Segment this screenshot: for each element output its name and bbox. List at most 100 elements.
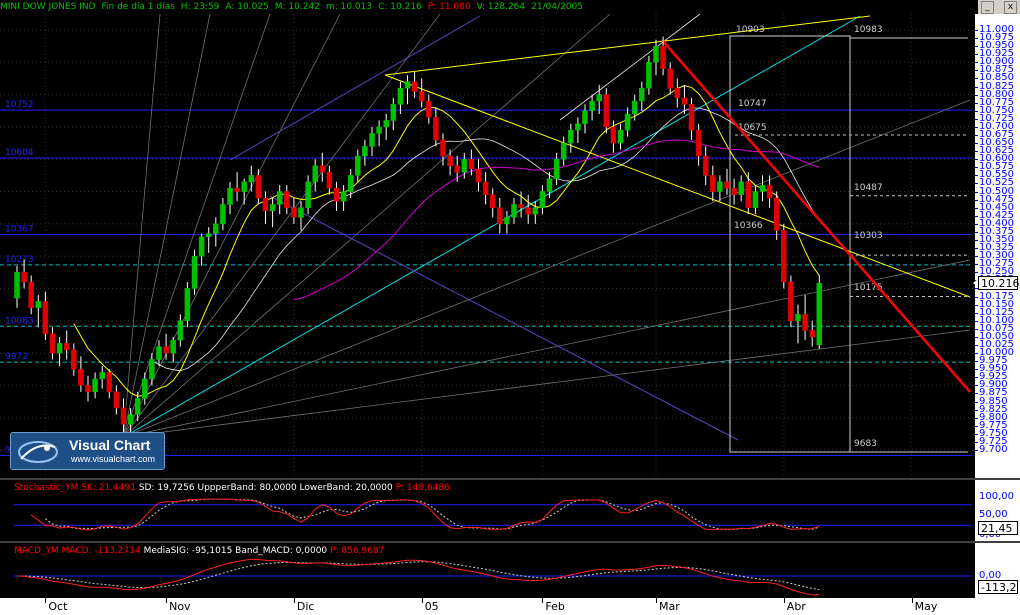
price-tick-mark [975, 135, 978, 136]
price-tick-mark [975, 86, 978, 88]
level-label: 9972 [5, 352, 28, 362]
price-tick: 9.700 [979, 444, 1008, 455]
candle-up [553, 158, 560, 179]
price-tick-mark [975, 353, 978, 355]
candle-down [78, 368, 84, 386]
candle-down [489, 194, 496, 208]
macd-panel[interactable]: MACD_YM MACD: -113,2714 MediaSIG: -95,10… [0, 543, 975, 598]
candle-down [255, 175, 262, 199]
candle-up [56, 343, 63, 354]
candle-up [312, 165, 318, 183]
candle-down [475, 168, 482, 183]
price-tick-mark [975, 312, 978, 314]
price-tick-mark [975, 450, 978, 451]
candle-up [546, 178, 553, 192]
stochastic-panel[interactable]: Stochastic_YM SK: 21,4491 SD: 19,7256 Up… [0, 480, 975, 541]
candle-up [184, 288, 191, 322]
candle-up [759, 184, 766, 192]
price-tick-mark [975, 167, 978, 169]
price-tick-mark [975, 256, 978, 258]
minimize-button[interactable]: _ [981, 1, 994, 14]
candle-down [468, 158, 475, 170]
level-label: 10604 [5, 148, 34, 158]
candle-up [568, 129, 574, 144]
close-button[interactable]: x [1004, 1, 1017, 14]
price-tick-mark [975, 361, 978, 363]
candle-up [461, 158, 468, 173]
month-tick [656, 598, 657, 603]
candle-up [134, 398, 141, 415]
price-tick-mark [975, 401, 978, 403]
month-tick [421, 598, 423, 603]
price-axis[interactable]: 11.000 10.975 10.950 10.925 10.900 10.875 10.8… [975, 14, 1020, 478]
price-chart[interactable]: 10752 10604 10367 10273 10083 9972 9683 10903 10… [0, 0, 975, 478]
candle-up [149, 359, 155, 380]
candle-down [518, 204, 524, 208]
macd-chart[interactable] [0, 543, 975, 598]
candle-down [773, 197, 780, 231]
candle-down [724, 181, 730, 189]
candle-up [617, 129, 624, 144]
candle-down [610, 126, 617, 144]
visual-chart-logo: Visual Chart www.visualchart.com [10, 432, 165, 470]
current-price-box: 10.216 [978, 276, 1020, 290]
stochastic-chart[interactable] [0, 480, 975, 541]
candle-up [177, 320, 184, 341]
purple-channel-line [269, 195, 739, 441]
candle-down [731, 188, 737, 196]
candle-down [284, 191, 290, 208]
candle-up [646, 62, 652, 89]
candle-down [660, 45, 666, 70]
candle-up [795, 314, 801, 322]
candle-down [411, 81, 418, 92]
price-tick-mark [975, 46, 978, 48]
price-tick-mark [975, 175, 978, 177]
price-tick-mark [975, 118, 978, 120]
candle-up [582, 110, 588, 124]
candle-down [63, 343, 70, 351]
candle-down [28, 281, 34, 309]
candle-up [213, 223, 219, 234]
price-tick-mark [975, 102, 978, 104]
box-level-label: 10747 [738, 99, 767, 109]
price-tick-mark [975, 78, 978, 80]
price-tick-mark [975, 345, 978, 346]
stoch-tick-100: 100,00 [979, 491, 1014, 502]
candle-up [369, 133, 375, 147]
candle-up [156, 346, 162, 360]
candle-down [21, 272, 27, 283]
candle-up [390, 104, 397, 121]
candle-down [262, 197, 269, 212]
stoch-tick-50: 50,00 [979, 509, 1008, 520]
candle-down [418, 91, 425, 102]
price-panel[interactable]: MINI DOW JONES IND Fin de día 1 días H: 23… [0, 0, 975, 478]
price-tick-mark [975, 110, 978, 112]
price-tick-mark [975, 264, 978, 266]
month-tick [45, 598, 47, 603]
price-tick-mark [975, 385, 978, 387]
candle-up [397, 87, 404, 105]
price-tick-mark [975, 433, 978, 435]
candle-up [35, 301, 42, 309]
box-level-label: 10487 [854, 183, 883, 193]
red-trend-line [661, 39, 971, 393]
price-tick-mark [975, 143, 978, 145]
price-tick-mark [975, 425, 978, 427]
price-tick-mark [975, 54, 978, 56]
month-tick [293, 598, 295, 603]
time-axis[interactable]: Oct Nov Dic 05 Feb Mar Abr May [0, 598, 1020, 615]
month-label: Oct [48, 600, 68, 613]
box-level-label: 10303 [854, 231, 883, 241]
logo-url: www.visualchart.com [71, 454, 156, 464]
candle-down [788, 281, 794, 322]
level-label: 10083 [5, 316, 34, 326]
month-tick [166, 598, 168, 603]
level-label: 10752 [5, 100, 34, 110]
candle-down [163, 346, 169, 354]
candle-down [766, 184, 773, 199]
candle-up [269, 204, 276, 212]
candle-down [106, 372, 113, 393]
price-tick-mark [975, 248, 978, 250]
macd-line [16, 558, 820, 596]
candle-up [560, 142, 567, 160]
